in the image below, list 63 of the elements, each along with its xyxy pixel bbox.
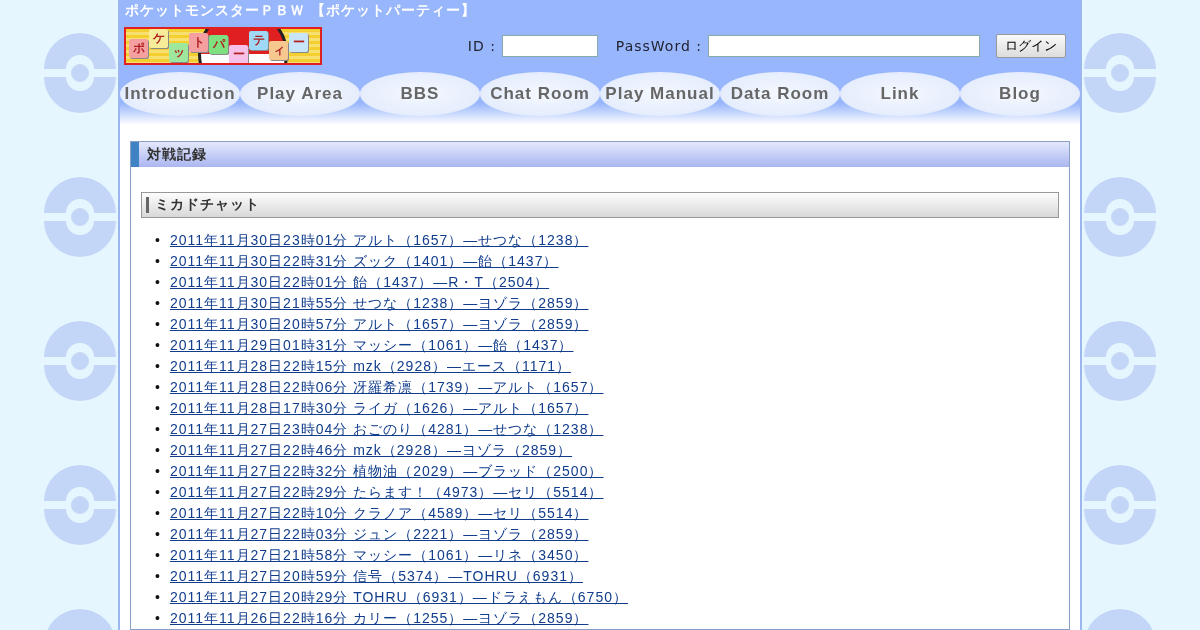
nav-tab[interactable]: Link [840,72,960,116]
record-link[interactable]: 2011年11月27日22時10分 クラノア（4589）―セリ（5514） [169,503,589,524]
section-title: ミカドチャット [141,192,1059,218]
record-link[interactable]: 2011年11月30日22時01分 飴（1437）―R・T（2504） [169,272,550,293]
record-link[interactable]: 2011年11月29日01時31分 マッシー（1061）―飴（1437） [169,335,574,356]
bullet: • [155,231,160,250]
password-field[interactable] [708,35,980,57]
bullet: • [155,546,160,565]
record-link[interactable]: 2011年11月28日22時06分 冴羅希凛（1739）―アルト（1657） [169,377,604,398]
bullet: • [155,294,160,313]
site-logo[interactable]: ポ ケ ッ ト パ ー テ ィ ー [124,27,322,65]
bullet: • [155,378,160,397]
pokeball-icon [1084,177,1156,257]
pokeball-icon [1084,465,1156,545]
bullet: • [155,399,160,418]
record-link[interactable]: 2011年11月26日22時16分 カリー（1255）―ヨゾラ（2859） [169,608,589,629]
bullet: • [155,420,160,439]
record-link[interactable]: 2011年11月28日22時15分 mzk（2928）―エース（1171） [169,356,572,377]
panel-title: 対戦記録 [131,142,1069,167]
id-label: ID : [467,38,496,54]
record-link[interactable]: 2011年11月27日20時59分 信号（5374）―TOHRU（6931） [169,566,583,587]
bullet: • [155,357,160,376]
pokeball-icon [44,33,116,113]
record-link[interactable]: 2011年11月27日20時29分 TOHRU（6931）―ドラえもん（6750） [169,587,628,608]
nav-tab[interactable]: Play Area [240,72,360,116]
record-link[interactable]: 2011年11月30日21時55分 せつな（1238）―ヨゾラ（2859） [169,293,589,314]
bullet: • [155,609,160,628]
record-link[interactable]: 2011年11月30日23時01分 アルト（1657）―せつな（1238） [169,230,589,251]
record-link[interactable]: 2011年11月27日22時32分 植物油（2029）―ブラッド（2500） [169,461,604,482]
record-link[interactable]: 2011年11月27日22時46分 mzk（2928）―ヨゾラ（2859） [169,440,573,461]
pokeball-icon [44,177,116,257]
bullet: • [155,462,160,481]
record-link[interactable]: 2011年11月27日23時04分 おごのり（4281）―せつな（1238） [169,419,604,440]
record-link[interactable]: 2011年11月28日17時30分 ライガ（1626）―アルト（1657） [169,398,589,419]
pokeball-icon [1084,33,1156,113]
pokeball-icon [44,321,116,401]
password-label: PassWord : [615,38,702,54]
bullet: • [155,252,160,271]
record-link[interactable]: 2011年11月27日22時29分 たらます！（4973）―セリ（5514） [169,482,604,503]
bullet: • [155,273,160,292]
record-link[interactable]: 2011年11月30日22時31分 ズック（1401）―飴（1437） [169,251,559,272]
nav-tab[interactable]: BBS [360,72,480,116]
id-field[interactable] [501,35,598,57]
login-button[interactable]: ログイン [996,34,1066,58]
site-title: ポケットモンスターＰＢＷ 【ポケットパーティー】 [124,1,477,20]
bullet: • [155,588,160,607]
bullet: • [155,441,160,460]
pokeball-icon [44,465,116,545]
nav-tab[interactable]: Introduction [120,72,240,116]
bullet: • [155,525,160,544]
nav-tab[interactable]: Blog [960,72,1080,116]
nav-tab[interactable]: Chat Room [480,72,600,116]
record-link[interactable]: 2011年11月30日20時57分 アルト（1657）―ヨゾラ（2859） [169,314,589,335]
nav-tab[interactable]: Play Manual [600,72,720,116]
nav-tab[interactable]: Data Room [720,72,840,116]
record-link[interactable]: 2011年11月27日21時58分 マッシー（1061）―リネ（3450） [169,545,589,566]
record-link[interactable]: 2011年11月27日22時03分 ジュン（2221）―ヨゾラ（2859） [169,524,589,545]
bullet: • [155,315,160,334]
bullet: • [155,483,160,502]
bullet: • [155,336,160,355]
pokeball-icon [1084,321,1156,401]
bullet: • [155,567,160,586]
bullet: • [155,504,160,523]
